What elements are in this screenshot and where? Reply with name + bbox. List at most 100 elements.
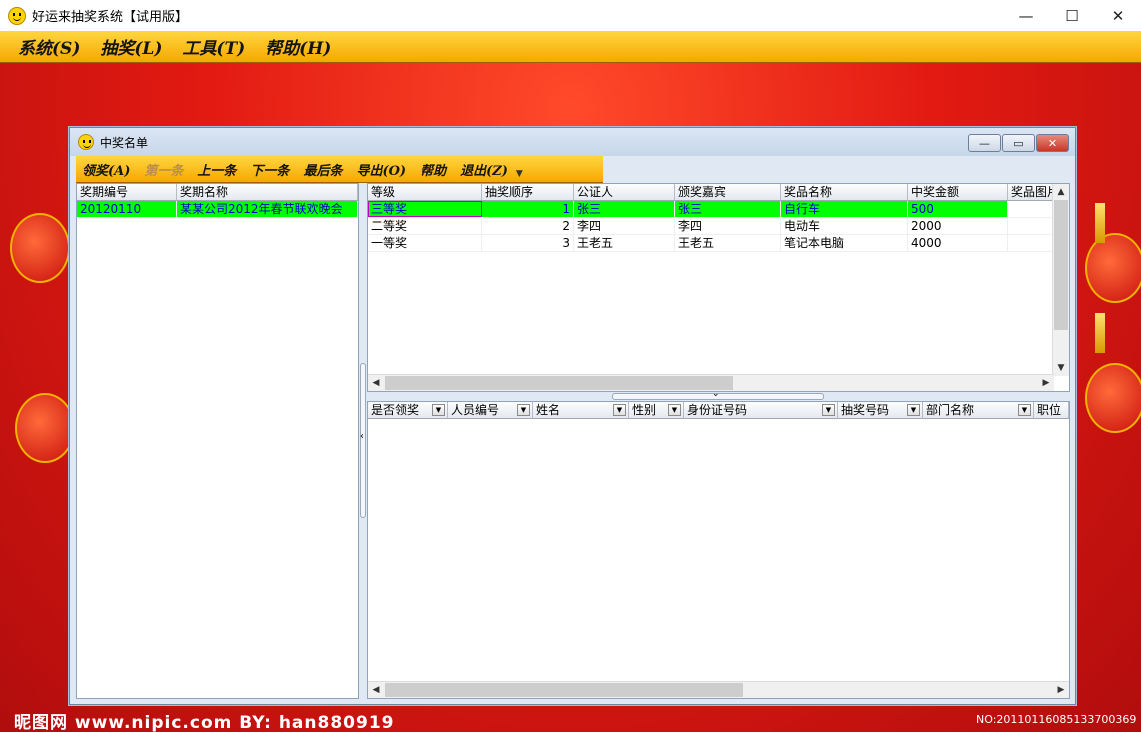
column-header[interactable]: 人员编号 ▼ <box>448 402 533 418</box>
menu-lottery[interactable]: 抽奖(L) <box>100 34 162 59</box>
period-name-cell[interactable]: 某某公司2012年春节联欢晚会 <box>177 201 358 217</box>
main-menu-bar: 系统(S) 抽奖(L) 工具(T) 帮助(H) <box>0 31 1141 63</box>
first-record-button[interactable]: 第一条 <box>144 160 183 179</box>
period-grid: 奖期编号 奖期名称 20120110 某某公司2012年春节联欢晚会 <box>76 183 359 699</box>
minimize-button[interactable]: — <box>1003 0 1049 31</box>
column-header[interactable]: 是否领奖 ▼ <box>368 402 448 418</box>
level-cell[interactable]: 一等奖 <box>368 235 482 251</box>
presenter-cell[interactable]: 张三 <box>675 201 781 217</box>
close-button[interactable]: ✕ <box>1095 0 1141 31</box>
column-header[interactable]: 等级 <box>368 184 482 200</box>
column-header[interactable]: 部门名称 ▼ <box>923 402 1034 418</box>
table-row[interactable]: 一等奖 3 王老五 王老五 笔记本电脑 4000 <box>368 235 1069 252</box>
notary-cell[interactable]: 王老五 <box>574 235 675 251</box>
scroll-thumb[interactable] <box>385 376 733 390</box>
exit-button[interactable]: 退出(Z) <box>460 160 508 179</box>
filter-dropdown-icon[interactable]: ▼ <box>432 404 445 416</box>
column-header[interactable]: 颁奖嘉宾 <box>675 184 781 200</box>
prize-name-cell[interactable]: 电动车 <box>781 218 908 234</box>
winner-grid-header: 是否领奖 ▼ 人员编号 ▼ 姓名 ▼ 性别 ▼ 身份证号码 ▼ 抽奖号码 ▼ 部门名称 ▼ 职… <box>368 402 1069 419</box>
scroll-right-icon[interactable]: ▶ <box>1053 682 1069 698</box>
filter-dropdown-icon[interactable]: ▼ <box>907 404 920 416</box>
last-record-button[interactable]: 最后条 <box>303 160 342 179</box>
filter-dropdown-icon[interactable]: ▼ <box>1018 404 1031 416</box>
scroll-up-icon[interactable]: ▲ <box>1053 184 1069 200</box>
previous-record-button[interactable]: 上一条 <box>197 160 236 179</box>
watermark-id: NO:20110116085133700369 <box>976 713 1137 726</box>
level-cell[interactable]: 二等奖 <box>368 218 482 234</box>
child-minimize-button[interactable]: — <box>968 134 1001 152</box>
winner-grid-horizontal-scrollbar[interactable]: ◀ ▶ <box>368 681 1069 698</box>
scroll-thumb[interactable] <box>1054 200 1068 330</box>
amount-cell[interactable]: 4000 <box>908 235 1008 251</box>
prize-name-cell[interactable]: 笔记本电脑 <box>781 235 908 251</box>
table-row[interactable]: 20120110 某某公司2012年春节联欢晚会 <box>77 201 358 218</box>
menu-tools[interactable]: 工具(T) <box>182 34 245 59</box>
child-toolbar: 领奖(A) 第一条 上一条 下一条 最后条 导出(O) 帮助 退出(Z) ▼ <box>76 156 603 183</box>
order-cell[interactable]: 2 <box>482 218 574 234</box>
column-header[interactable]: 姓名 ▼ <box>533 402 629 418</box>
notary-cell[interactable]: 李四 <box>574 218 675 234</box>
scroll-thumb[interactable] <box>385 683 743 697</box>
collapse-down-icon[interactable]: ⌄ <box>712 389 720 399</box>
presenter-cell[interactable]: 李四 <box>675 218 781 234</box>
column-header[interactable]: 身份证号码 ▼ <box>684 402 838 418</box>
filter-dropdown-icon[interactable]: ▼ <box>668 404 681 416</box>
column-header-label: 姓名 <box>536 403 561 417</box>
level-cell[interactable]: 三等奖 <box>368 201 482 217</box>
period-id-cell[interactable]: 20120110 <box>77 201 177 217</box>
column-header[interactable]: 职位 <box>1034 402 1069 418</box>
menu-help[interactable]: 帮助(H) <box>265 34 331 59</box>
order-cell[interactable]: 3 <box>482 235 574 251</box>
smiley-icon <box>8 6 26 25</box>
order-cell[interactable]: 1 <box>482 201 574 217</box>
scroll-down-icon[interactable]: ▼ <box>1053 360 1069 376</box>
title-bar: 好运来抽奖系统【试用版】 — ☐ ✕ <box>0 0 1141 31</box>
scroll-right-icon[interactable]: ▶ <box>1038 375 1054 391</box>
amount-cell[interactable]: 500 <box>908 201 1008 217</box>
claim-prize-button[interactable]: 领奖(A) <box>82 160 130 179</box>
column-header[interactable]: 抽奖号码 ▼ <box>838 402 923 418</box>
vertical-splitter[interactable]: ‹ <box>359 183 367 699</box>
column-header[interactable]: 奖品名称 <box>781 184 908 200</box>
column-header[interactable]: 奖品图片 <box>1008 184 1054 200</box>
column-header[interactable]: 抽奖顺序 <box>482 184 574 200</box>
notary-cell[interactable]: 张三 <box>574 201 675 217</box>
scroll-left-icon[interactable]: ◀ <box>368 682 384 698</box>
column-header-label: 部门名称 <box>926 403 975 417</box>
prize-name-cell[interactable]: 自行车 <box>781 201 908 217</box>
prize-image-cell[interactable] <box>1008 235 1054 251</box>
collapse-left-icon[interactable]: ‹ <box>360 431 364 442</box>
column-header[interactable]: 性别 ▼ <box>629 402 684 418</box>
child-maximize-button[interactable]: ▭ <box>1002 134 1035 152</box>
scroll-left-icon[interactable]: ◀ <box>368 375 384 391</box>
toolbar-overflow-icon[interactable]: ▼ <box>516 169 523 179</box>
filter-dropdown-icon[interactable]: ▼ <box>822 404 835 416</box>
table-row[interactable]: 二等奖 2 李四 李四 电动车 2000 <box>368 218 1069 235</box>
maximize-button[interactable]: ☐ <box>1049 0 1095 31</box>
column-header-label: 抽奖号码 <box>841 403 890 417</box>
menu-system[interactable]: 系统(S) <box>18 34 80 59</box>
filter-dropdown-icon[interactable]: ▼ <box>517 404 530 416</box>
table-row[interactable]: 三等奖 1 张三 张三 自行车 500 <box>368 201 1069 218</box>
horizontal-splitter[interactable]: ⌄ <box>367 389 1070 401</box>
next-record-button[interactable]: 下一条 <box>250 160 289 179</box>
column-header[interactable]: 奖期名称 <box>177 184 358 200</box>
prize-image-cell[interactable] <box>1008 218 1054 234</box>
help-button[interactable]: 帮助 <box>420 160 446 179</box>
column-header[interactable]: 公证人 <box>574 184 675 200</box>
presenter-cell[interactable]: 王老五 <box>675 235 781 251</box>
child-close-button[interactable]: ✕ <box>1036 134 1069 152</box>
export-button[interactable]: 导出(O) <box>356 160 406 179</box>
column-header[interactable]: 奖期编号 <box>77 184 177 200</box>
prize-image-cell[interactable] <box>1008 201 1054 217</box>
amount-cell[interactable]: 2000 <box>908 218 1008 234</box>
column-header[interactable]: 中奖金额 <box>908 184 1008 200</box>
prize-grid-horizontal-scrollbar[interactable]: ◀ ▶ <box>368 374 1054 391</box>
filter-dropdown-icon[interactable]: ▼ <box>613 404 626 416</box>
window-title: 好运来抽奖系统【试用版】 <box>32 10 189 25</box>
prize-grid-vertical-scrollbar[interactable]: ▲ ▼ <box>1052 184 1069 376</box>
minimize-icon: — <box>979 136 990 150</box>
child-title-bar: 中奖名单 — ▭ ✕ <box>70 128 1075 156</box>
winners-list-window: 中奖名单 — ▭ ✕ 领奖(A) 第一条 上一条 下一条 最后条 导出(O) 帮… <box>69 127 1076 705</box>
